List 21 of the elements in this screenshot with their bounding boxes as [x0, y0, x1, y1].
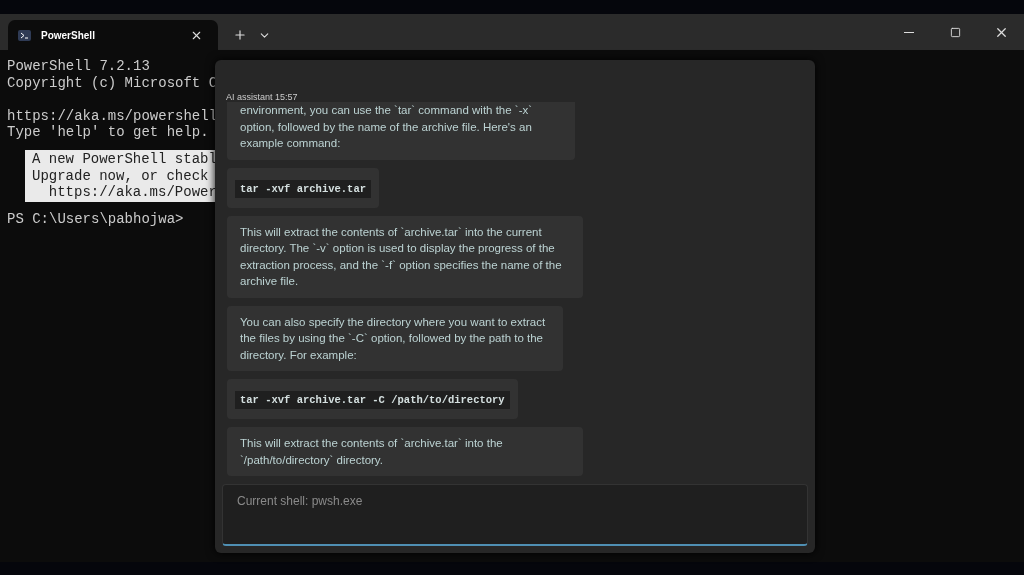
- plus-icon: [233, 28, 247, 42]
- code-text: tar -xvf archive.tar: [235, 179, 372, 198]
- notice-line: Upgrade now, or check: [32, 167, 209, 184]
- assistant-header: AI assistant 15:57: [225, 91, 299, 102]
- terminal-line: PowerShell 7.2.13: [7, 58, 150, 75]
- terminal-line: https://aka.ms/powershell: [7, 107, 218, 124]
- message-bubble: This will extract the contents of `archive.tar` into the `/path/to/directory` directory.: [227, 427, 583, 476]
- prompt-input[interactable]: Current shell: pwsh.exe: [222, 484, 808, 546]
- prompt-line: PS C:\Users\pabhojwa>: [7, 210, 184, 227]
- message-bubble: environment, you can use the `tar` command with the `-x` option, followed by the name of the archive file. Here's an example command:: [227, 102, 575, 160]
- code-text: tar -xvf archive.tar -C /path/to/directory: [235, 391, 510, 409]
- maximize-icon: [949, 26, 961, 38]
- minimize-icon: [904, 31, 914, 33]
- tab-title: PowerShell: [41, 29, 96, 41]
- terminal-line: Type 'help' to get help.: [7, 124, 209, 141]
- terminal-icon: [18, 29, 31, 41]
- notice-line: https://aka.ms/Power: [47, 184, 217, 201]
- message-bubble: You can also specify the directory where you want to extract the files by using the `-C` option, followed by the path to the directory. For example:: [227, 305, 563, 371]
- message-bubble: This will extract the contents of `archive.tar` into the current directory. The `-v` option is used to display the progress of the extraction process, and the `-f` option specifies the name of the archive file.: [227, 215, 583, 298]
- terminal-tab[interactable]: PowerShell: [8, 20, 218, 50]
- notice-line: A new PowerShell stabl: [32, 151, 217, 168]
